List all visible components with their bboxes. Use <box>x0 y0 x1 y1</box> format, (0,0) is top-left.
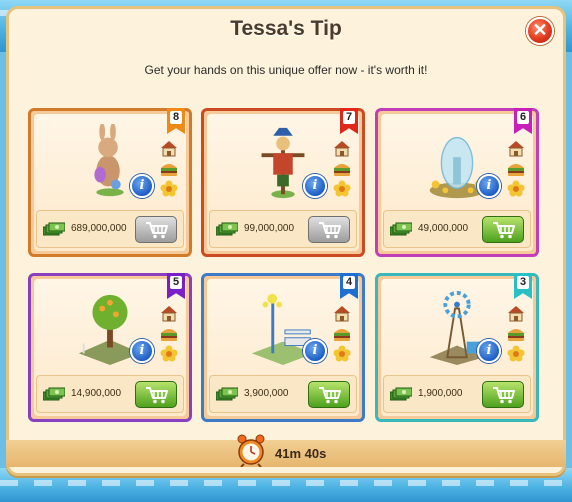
house-icon <box>161 141 177 157</box>
buy-cart-button[interactable] <box>308 216 350 243</box>
price-bar: 99,000,000 <box>209 210 357 248</box>
rank-number: 6 <box>517 111 529 124</box>
info-button[interactable]: i <box>303 174 327 198</box>
reward-icons <box>332 305 354 362</box>
price-bar: 14,900,000 <box>36 375 184 413</box>
burger-icon <box>161 329 177 341</box>
house-icon <box>508 141 524 157</box>
flower-icon <box>160 180 178 197</box>
info-button[interactable]: i <box>130 339 154 363</box>
offer-card: i 99,000,000 7 <box>201 108 365 257</box>
offer-card: i 3,900,000 4 <box>201 273 365 422</box>
flower-icon <box>333 180 351 197</box>
buy-cart-button[interactable] <box>308 381 350 408</box>
money-icon <box>216 387 238 401</box>
house-icon <box>508 306 524 322</box>
flower-icon <box>333 345 351 362</box>
cart-icon <box>319 222 341 239</box>
dialog-subtitle: Get your hands on this unique offer now … <box>144 63 428 77</box>
rank-number: 3 <box>517 276 529 289</box>
reward-icons <box>506 140 528 197</box>
house-icon <box>334 141 350 157</box>
cart-icon <box>493 222 515 239</box>
dialog-title: Tessa's Tip <box>230 17 342 40</box>
reward-icons <box>506 305 528 362</box>
money-icon <box>390 222 412 236</box>
cart-icon <box>493 387 515 404</box>
price-bar: 1,900,000 <box>383 375 531 413</box>
flower-icon <box>160 345 178 362</box>
cart-icon <box>146 222 168 239</box>
offer-card: i 14,900,000 5 <box>28 273 192 422</box>
price-text: 1,900,000 <box>418 388 463 399</box>
info-button[interactable]: i <box>477 174 501 198</box>
price-text: 689,000,000 <box>71 223 127 234</box>
offer-card-inner: i 689,000,000 <box>34 114 186 251</box>
buy-cart-button[interactable] <box>135 381 177 408</box>
price-text: 99,000,000 <box>244 223 295 234</box>
burger-icon <box>334 164 350 176</box>
close-button[interactable]: ✕ <box>526 17 554 45</box>
offer-card: i 49,000,000 6 <box>375 108 539 257</box>
reward-icons <box>159 140 181 197</box>
reward-icons <box>159 305 181 362</box>
cart-icon <box>319 387 341 404</box>
rank-number: 7 <box>343 111 355 124</box>
burger-icon <box>508 164 524 176</box>
money-icon <box>43 222 65 236</box>
burger-icon <box>161 164 177 176</box>
price-bar: 49,000,000 <box>383 210 531 248</box>
buy-cart-button[interactable] <box>482 216 524 243</box>
info-button[interactable]: i <box>303 339 327 363</box>
offer-card-inner: i 3,900,000 <box>207 279 359 416</box>
offer-card-inner: i 14,900,000 <box>34 279 186 416</box>
money-icon <box>216 222 238 236</box>
burger-icon <box>508 329 524 341</box>
money-icon <box>390 387 412 401</box>
cart-icon <box>146 387 168 404</box>
offer-card-inner: i 1,900,000 <box>381 279 533 416</box>
house-icon <box>161 306 177 322</box>
price-bar: 3,900,000 <box>209 375 357 413</box>
rank-number: 4 <box>343 276 355 289</box>
price-text: 3,900,000 <box>244 388 289 399</box>
house-icon <box>334 306 350 322</box>
alarm-clock-icon <box>237 434 265 467</box>
rank-number: 5 <box>170 276 182 289</box>
price-bar: 689,000,000 <box>36 210 184 248</box>
info-button[interactable]: i <box>477 339 501 363</box>
flower-icon <box>507 345 525 362</box>
buy-cart-button[interactable] <box>482 381 524 408</box>
info-button[interactable]: i <box>130 174 154 198</box>
price-text: 14,900,000 <box>71 388 122 399</box>
offer-card-inner: i 49,000,000 <box>381 114 533 251</box>
money-icon <box>43 387 65 401</box>
offer-card: i 689,000,000 8 <box>28 108 192 257</box>
offer-card: i 1,900,000 3 <box>375 273 539 422</box>
reward-icons <box>332 140 354 197</box>
offer-card-inner: i 99,000,000 <box>207 114 359 251</box>
buy-cart-button[interactable] <box>135 216 177 243</box>
timer-text: 41m 40s <box>275 446 327 461</box>
rank-number: 8 <box>170 111 182 124</box>
flower-icon <box>507 180 525 197</box>
burger-icon <box>334 329 350 341</box>
price-text: 49,000,000 <box>418 223 469 234</box>
